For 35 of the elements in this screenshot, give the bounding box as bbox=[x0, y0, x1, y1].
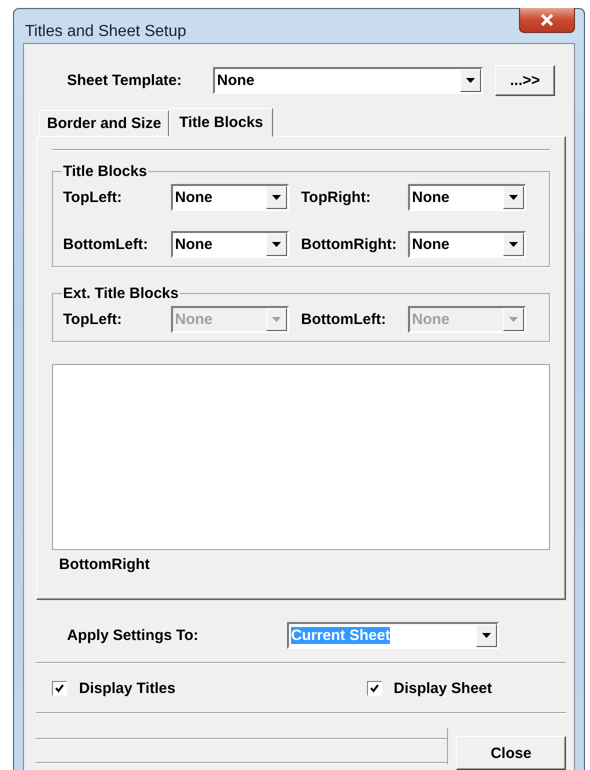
caret-icon bbox=[482, 633, 491, 638]
check-icon bbox=[55, 684, 64, 692]
checkbox[interactable]: Display Titles bbox=[52, 680, 176, 696]
tab[interactable]: Title Blocks bbox=[169, 108, 274, 137]
field-label: Sheet Template: bbox=[67, 72, 183, 89]
field-label: TopRight: bbox=[300, 189, 372, 206]
close-button[interactable]: Close bbox=[456, 736, 566, 770]
group-title: Title Blocks bbox=[62, 163, 148, 180]
group-title: Ext. Title Blocks bbox=[62, 285, 180, 302]
field-label: TopLeft: bbox=[63, 189, 123, 206]
caret-icon bbox=[272, 195, 281, 200]
field-label: BottomLeft: bbox=[300, 311, 387, 328]
block-dropdown[interactable]: None bbox=[171, 231, 289, 258]
field-label: BottomRight: bbox=[300, 236, 398, 253]
block-dropdown[interactable]: None bbox=[408, 231, 526, 258]
caret-icon bbox=[509, 242, 518, 247]
template-dropdown[interactable]: None bbox=[213, 67, 483, 94]
caret-icon bbox=[272, 317, 281, 322]
close-button[interactable] bbox=[519, 8, 575, 33]
field-label: TopLeft: bbox=[63, 311, 123, 328]
more-button[interactable]: ...>> bbox=[495, 65, 555, 96]
caret-icon bbox=[272, 242, 281, 247]
close-icon bbox=[540, 14, 554, 26]
window-title: Titles and Sheet Setup bbox=[25, 23, 186, 41]
tab[interactable]: Border and Size bbox=[39, 110, 170, 136]
preview-caption: BottomRight bbox=[58, 556, 151, 573]
checkbox[interactable]: Display Sheet bbox=[366, 680, 492, 696]
caret-icon bbox=[509, 317, 518, 322]
block-dropdown[interactable]: None bbox=[171, 184, 289, 211]
field-label: Apply Settings To: bbox=[67, 627, 200, 644]
caret-icon bbox=[509, 195, 518, 200]
caret-icon bbox=[466, 78, 475, 83]
check-icon bbox=[370, 684, 379, 692]
block-dropdown[interactable]: None bbox=[408, 184, 526, 211]
field-label: BottomLeft: bbox=[63, 236, 149, 253]
